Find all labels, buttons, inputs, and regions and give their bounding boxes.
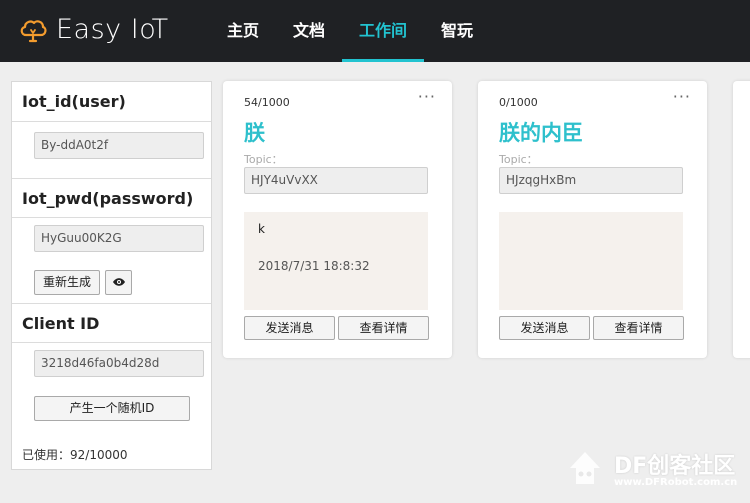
client-id-field[interactable]: 3218d46fa0b4d28d: [34, 350, 204, 377]
cloud-bulb-icon: [20, 19, 47, 42]
random-id-button[interactable]: 产生一个随机ID: [34, 396, 190, 421]
nav-item-smart-play[interactable]: 智玩: [424, 0, 490, 62]
last-message-box: k 2018/7/31 18:8:32: [244, 212, 428, 310]
last-message-box: [499, 212, 683, 310]
message-count: 0/1000: [499, 96, 538, 109]
topic-field[interactable]: HJzqgHxBm: [499, 167, 683, 194]
send-message-button[interactable]: 发送消息: [244, 316, 335, 340]
device-card: 0/1000 ··· 朕的内臣 Topic： HJzqgHxBm 发送消息 查看…: [478, 81, 707, 358]
robot-logo-icon: [570, 452, 600, 484]
device-card: 54/1000 ··· 朕 Topic： HJY4uVvXX k 2018/7/…: [223, 81, 452, 358]
eye-icon: [112, 278, 125, 286]
more-options-icon[interactable]: ···: [418, 89, 436, 105]
message-timestamp: 2018/7/31 18:8:32: [258, 259, 370, 273]
message-text: k: [258, 222, 265, 236]
credentials-panel: Iot_id(user) By-ddA0t2f Iot_pwd(password…: [11, 81, 212, 470]
client-id-label: Client ID: [12, 303, 211, 343]
more-options-icon[interactable]: ···: [673, 89, 691, 105]
view-details-button[interactable]: 查看详情: [338, 316, 429, 340]
iot-pwd-label: Iot_pwd(password): [12, 178, 211, 218]
top-nav-bar: Easy IoT 主页 文档 工作间 智玩: [0, 0, 750, 62]
send-message-button[interactable]: 发送消息: [499, 316, 590, 340]
iot-id-label: Iot_id(user): [12, 82, 211, 122]
device-card-partial: [733, 81, 750, 358]
nav-item-docs[interactable]: 文档: [276, 0, 342, 62]
watermark: DF创客社区 www.DFRobot.com.cn: [560, 440, 746, 498]
topic-label: Topic：: [499, 153, 538, 166]
watermark-text: DF创客社区: [614, 454, 736, 479]
watermark-url: www.DFRobot.com.cn: [614, 477, 738, 488]
regenerate-button[interactable]: 重新生成: [34, 270, 100, 295]
device-title: 朕: [244, 121, 265, 145]
iot-pwd-field[interactable]: HyGuu00K2G: [34, 225, 204, 252]
nav-item-workspace[interactable]: 工作间: [342, 0, 425, 62]
main-nav: 主页 文档 工作间 智玩: [210, 0, 490, 62]
brand-name: Easy IoT: [56, 14, 169, 45]
usage-counter: 已使用：92/10000: [22, 448, 128, 462]
message-count: 54/1000: [244, 96, 290, 109]
brand-logo[interactable]: Easy IoT: [18, 14, 169, 45]
iot-id-field[interactable]: By-ddA0t2f: [34, 132, 204, 159]
show-password-button[interactable]: [105, 270, 132, 295]
device-title: 朕的内臣: [499, 121, 583, 145]
topic-field[interactable]: HJY4uVvXX: [244, 167, 428, 194]
nav-item-home[interactable]: 主页: [210, 0, 276, 62]
view-details-button[interactable]: 查看详情: [593, 316, 684, 340]
topic-label: Topic：: [244, 153, 283, 166]
